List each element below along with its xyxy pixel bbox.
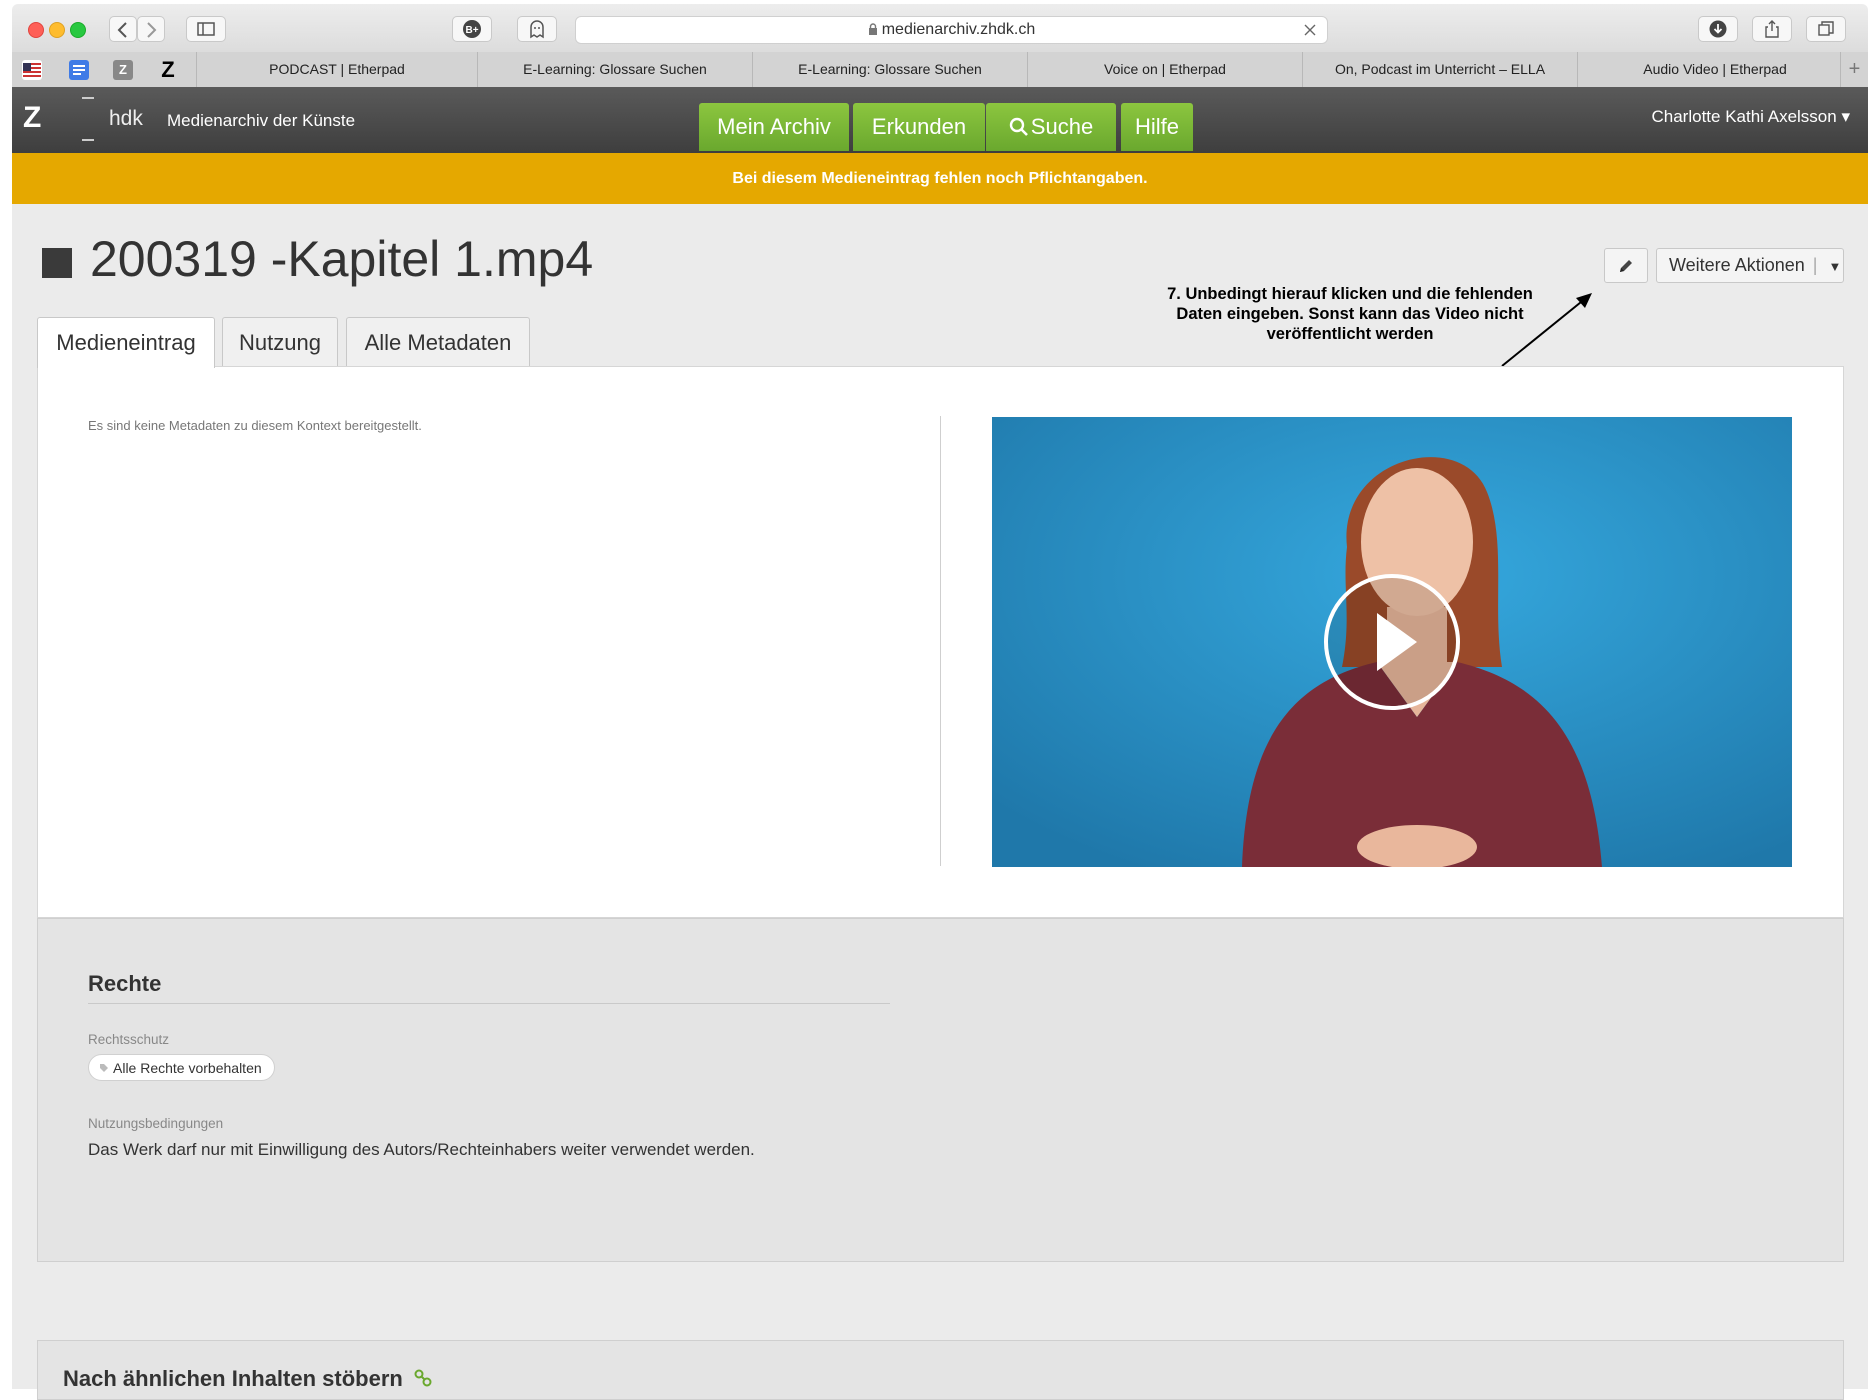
pencil-icon [1620,260,1632,272]
address-bar[interactable]: medienarchiv.zhdk.ch [575,16,1328,44]
nutzungsbedingungen-value: Das Werk darf nur mit Einwilligung des A… [88,1140,755,1159]
weitere-aktionen-label: Weitere Aktionen [1669,255,1805,275]
tutorial-annotation: 7. Unbedingt hierauf klicken und die feh… [1167,285,1533,343]
browser-tab-3[interactable]: E-Learning: Glossare Suchen [752,52,1027,87]
tabs-icon [1818,21,1834,36]
back-button[interactable] [109,16,137,42]
tab-medieneintrag[interactable]: Medieneintrag [37,317,215,368]
no-metadata-text: Es sind keine Metadaten zu diesem Kontex… [88,418,422,433]
chevron-left-icon [117,22,127,38]
ghost-icon [530,20,544,39]
user-name: Charlotte Kathi Axelsson [1651,107,1837,126]
new-tab-button[interactable]: + [1840,52,1868,87]
media-type-icon [42,248,72,278]
nav-erkunden[interactable]: Erkunden [853,103,985,151]
share-icon [1765,20,1779,38]
docs-icon[interactable] [69,60,89,80]
entry-title: 200319 -Kapitel 1.mp4 [90,231,594,287]
rights-divider [88,1003,890,1004]
browser-tab-1[interactable]: PODCAST | Etherpad [196,52,477,87]
missing-data-warning: Bei diesem Medieneintrag fehlen noch Pfl… [12,153,1868,204]
browser-toolbar: B+ medienarchiv.zhdk.ch [12,4,1868,53]
video-player[interactable] [992,417,1792,867]
similar-heading-text: Nach ähnlichen Inhalten stöbern [63,1366,403,1391]
extension-ghostery-button[interactable] [517,16,557,42]
url-text: medienarchiv.zhdk.ch [881,21,1036,38]
z-bold-icon[interactable]: Z [158,59,178,81]
share-button[interactable] [1752,16,1792,42]
tab-alle-metadaten[interactable]: Alle Metadaten [346,317,530,367]
zhdk-logo-hdk[interactable]: hdk [109,107,143,131]
download-icon [1709,20,1727,38]
nav-mein-archiv[interactable]: Mein Archiv [699,103,849,151]
browser-tab-4[interactable]: Voice on | Etherpad [1027,52,1302,87]
app-header: Z hdk Medienarchiv der Künste Mein Archi… [12,87,1868,153]
sidebar-icon [197,22,215,36]
weitere-aktionen-button[interactable]: Weitere Aktionen | ▼ [1656,248,1844,283]
clear-url-icon[interactable] [1303,23,1317,37]
browser-tab-6[interactable]: Audio Video | Etherpad [1577,52,1852,87]
similar-content-heading: Nach ähnlichen Inhalten stöbern [63,1366,433,1392]
button-separator: | [1812,255,1818,275]
rechtsschutz-tag[interactable]: Alle Rechte vorbehalten [88,1054,275,1081]
user-menu[interactable]: Charlotte Kathi Axelsson ▾ [1652,107,1851,127]
forward-button[interactable] [137,16,165,42]
bplus-icon: B+ [463,20,481,38]
annotation-arrow-icon [1501,293,1592,367]
search-icon [1009,117,1028,136]
downloads-button[interactable] [1698,16,1738,42]
tab-label: Audio Video | Etherpad [1643,61,1787,77]
tab-nutzung[interactable]: Nutzung [222,317,338,367]
rights-heading: Rechte [88,971,162,996]
tab-label: Voice on | Etherpad [1104,61,1226,77]
video-thumbnail [992,417,1792,867]
flag-icon[interactable] [22,60,42,80]
logo-dash-top [82,97,94,99]
tab-label: On, Podcast im Unterricht – ELLA [1334,61,1546,77]
zhdk-logo-z[interactable]: Z [23,101,41,135]
logo-dash-bottom [82,139,94,141]
close-window-button[interactable] [28,22,44,38]
rechtsschutz-value: Alle Rechte vorbehalten [113,1060,262,1076]
extension-bplus-button[interactable]: B+ [452,16,492,42]
user-caret-icon: ▾ [1841,107,1850,126]
link-icon[interactable] [413,1368,433,1388]
nav-suche[interactable]: Suche [986,103,1116,151]
minimize-window-button[interactable] [49,22,65,38]
column-divider [940,416,941,866]
tag-icon [100,1064,108,1072]
nutzungsbedingungen-label: Nutzungsbedingungen [88,1116,224,1131]
tab-overview-button[interactable] [1806,16,1846,42]
edit-button[interactable] [1604,248,1648,283]
browser-tab-2[interactable]: E-Learning: Glossare Suchen [477,52,752,87]
svg-text:B+: B+ [465,25,478,36]
tab-label: E-Learning: Glossare Suchen [523,61,707,77]
tab-label: E-Learning: Glossare Suchen [798,61,982,77]
sidebar-toggle-button[interactable] [186,16,226,42]
tab-label: PODCAST | Etherpad [269,61,405,77]
browser-tab-bar: Z Z PODCAST | Etherpad E-Learning: Gloss… [12,52,1868,88]
chevron-right-icon [147,22,157,38]
browser-tab-5[interactable]: On, Podcast im Unterricht – ELLA [1302,52,1577,87]
nav-hilfe[interactable]: Hilfe [1121,103,1193,151]
nav-suche-label: Suche [1030,114,1094,139]
lock-icon [868,23,877,35]
rights-panel [37,918,1844,1262]
zoom-window-button[interactable] [70,22,86,38]
dropdown-caret-icon: ▼ [1828,259,1842,274]
z-grey-icon[interactable]: Z [113,60,133,80]
app-name[interactable]: Medienarchiv der Künste [167,111,355,131]
rechtsschutz-label: Rechtsschutz [88,1032,170,1047]
